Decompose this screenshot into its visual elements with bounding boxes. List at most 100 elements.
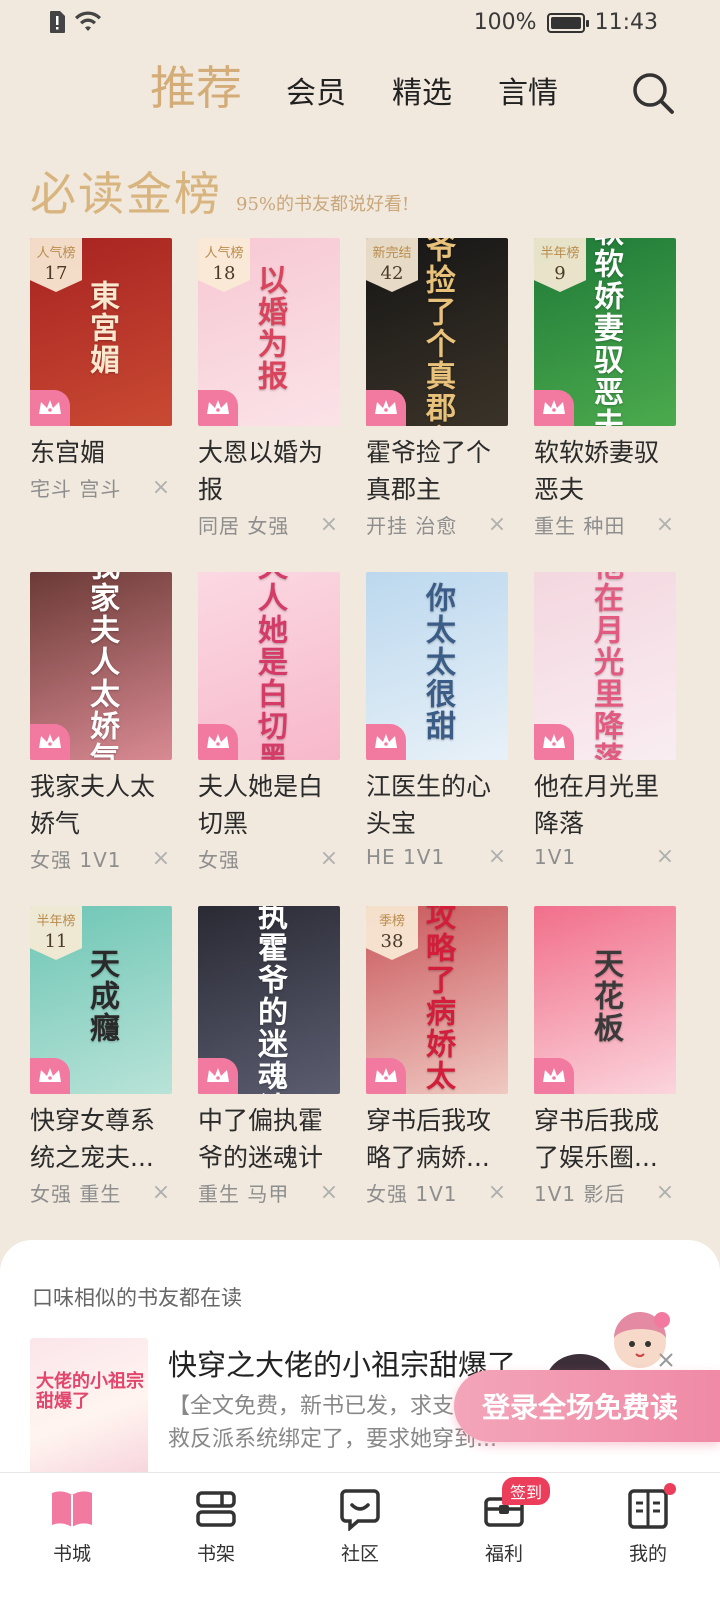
book-title[interactable]: 他在月光里降落 <box>534 768 676 842</box>
book-meta-row: 女强 × <box>198 844 340 873</box>
book-cover[interactable]: 霍爷捡了个真郡主 新完结 42 <box>366 238 508 426</box>
dismiss-icon[interactable]: × <box>318 512 340 537</box>
cover-title: 偏执霍爷的迷魂计 <box>252 906 287 1094</box>
book-cover[interactable]: 你太太很甜 <box>366 572 508 760</box>
rank-label: 人气榜 <box>36 246 76 261</box>
book-grid: 東宮媚 人气榜 17 东宫媚 宅斗 宫斗 × 以婚为报 人气榜 18 大恩以婚为报 同居 女强 × 霍爷… <box>30 238 690 1240</box>
book-title[interactable]: 我家夫人太娇气 <box>30 768 172 842</box>
login-free-read-button[interactable]: 登录全场免费读 <box>454 1370 720 1442</box>
book-cover[interactable]: 東宮媚 人气榜 17 <box>30 238 172 426</box>
book-meta-row: 1V1 × <box>534 844 676 869</box>
dismiss-icon[interactable]: × <box>654 1180 676 1205</box>
book-title[interactable]: 东宫媚 <box>30 434 172 471</box>
nav-bookstore[interactable]: 书城 <box>0 1473 144 1600</box>
book-title[interactable]: 霍爷捡了个真郡主 <box>366 434 508 508</box>
tab-member[interactable]: 会员 <box>286 68 346 112</box>
nav-community[interactable]: 社区 <box>288 1473 432 1600</box>
cover-title: 夫人她是白切黑 <box>252 572 287 760</box>
book-cover[interactable]: 他在月光里降落 <box>534 572 676 760</box>
top-nav: 推荐 会员 精选 言情 <box>0 58 720 128</box>
nav-label-welfare: 福利 <box>484 1543 523 1565</box>
dismiss-icon[interactable]: × <box>150 1180 172 1205</box>
dismiss-icon[interactable]: × <box>150 846 172 871</box>
dismiss-icon[interactable]: × <box>486 844 508 869</box>
book-card[interactable]: 天成癮 半年榜 11 快穿女尊系统之宠夫... 女强 重生 × <box>30 906 172 1240</box>
book-card[interactable]: 他在月光里降落 他在月光里降落 1V1 × <box>534 572 676 906</box>
book-cover[interactable]: 偏执霍爷的迷魂计 <box>198 906 340 1094</box>
cover-title: 霍爷捡了个真郡主 <box>420 238 455 426</box>
book-cover[interactable]: 软软娇妻驭恶夫 半年榜 9 <box>534 238 676 426</box>
book-title[interactable]: 穿书后我攻略了病娇... <box>366 1102 508 1176</box>
tab-romance[interactable]: 言情 <box>498 68 558 112</box>
book-cover[interactable]: 以婚为报 人气榜 18 <box>198 238 340 426</box>
dismiss-icon[interactable]: × <box>654 844 676 869</box>
book-cover[interactable]: 夫人她是白切黑 <box>198 572 340 760</box>
ranking-subtitle: 95%的书友都说好看! <box>236 194 410 215</box>
dismiss-icon[interactable]: × <box>150 475 172 500</box>
book-card[interactable]: 我家夫人太娇气 我家夫人太娇气 女强 1V1 × <box>30 572 172 906</box>
vip-crown-icon <box>30 724 70 760</box>
battery-percent: 100% <box>473 10 537 35</box>
dismiss-icon[interactable]: × <box>486 512 508 537</box>
battery-fill <box>550 16 581 29</box>
book-meta-row: 女强 1V1 × <box>366 1178 508 1207</box>
tab-featured[interactable]: 精选 <box>392 68 452 112</box>
book-title[interactable]: 快穿女尊系统之宠夫... <box>30 1102 172 1176</box>
book-meta-row: 女强 1V1 × <box>30 844 172 873</box>
vip-crown-icon <box>366 1058 406 1094</box>
book-cover[interactable]: 天成癮 半年榜 11 <box>30 906 172 1094</box>
nav-mine[interactable]: 我的 <box>576 1473 720 1600</box>
book-cover[interactable]: 我家夫人太娇气 <box>30 572 172 760</box>
book-title[interactable]: 江医生的心头宝 <box>366 768 508 842</box>
profile-card-icon <box>628 1489 668 1529</box>
book-title[interactable]: 软软娇妻驭恶夫 <box>534 434 676 508</box>
book-title[interactable]: 大恩以婚为报 <box>198 434 340 508</box>
vip-crown-icon <box>534 390 574 426</box>
book-meta-row: 开挂 治愈 × <box>366 510 508 539</box>
vip-crown-icon <box>198 724 238 760</box>
nav-bookshelf[interactable]: 书架 <box>144 1473 288 1600</box>
book-card[interactable]: 東宮媚 人气榜 17 东宫媚 宅斗 宫斗 × <box>30 238 172 572</box>
book-meta-row: 女强 重生 × <box>30 1178 172 1207</box>
rank-number: 9 <box>554 263 566 284</box>
book-card[interactable]: 我攻略了病娇太子 季榜 38 穿书后我攻略了病娇... 女强 1V1 × <box>366 906 508 1240</box>
vip-crown-icon <box>198 1058 238 1094</box>
search-icon[interactable] <box>630 70 676 116</box>
close-icon[interactable] <box>656 1350 676 1370</box>
book-cover[interactable]: 天花板 <box>534 906 676 1094</box>
book-title[interactable]: 穿书后我成了娱乐圈... <box>534 1102 676 1176</box>
book-card[interactable]: 霍爷捡了个真郡主 新完结 42 霍爷捡了个真郡主 开挂 治愈 × <box>366 238 508 572</box>
dismiss-icon[interactable]: × <box>318 846 340 871</box>
book-tags: 1V1 影后 <box>534 1182 626 1206</box>
tab-recommend[interactable]: 推荐 <box>150 52 242 118</box>
battery-icon <box>546 12 589 33</box>
book-tags: 重生 种田 <box>534 514 626 538</box>
rank-number: 18 <box>212 263 236 284</box>
book-title[interactable]: 中了偏执霍爷的迷魂计 <box>198 1102 340 1176</box>
book-tags: 重生 马甲 <box>198 1182 290 1206</box>
rank-tag: 新完结 42 <box>366 238 418 292</box>
cover-title: 软软娇妻驭恶夫 <box>588 238 623 426</box>
sim-alert-icon <box>50 11 65 33</box>
book-card[interactable]: 以婚为报 人气榜 18 大恩以婚为报 同居 女强 × <box>198 238 340 572</box>
book-tags: 女强 1V1 <box>30 848 122 872</box>
similar-book-cover[interactable]: 大佬的小祖宗甜爆了 <box>30 1338 148 1478</box>
nav-label-mine: 我的 <box>628 1543 667 1565</box>
book-card[interactable]: 偏执霍爷的迷魂计中了偏执霍爷的迷魂计重生 马甲 × <box>198 906 340 1240</box>
similar-book-title[interactable]: 快穿之大佬的小祖宗甜爆了 <box>168 1342 516 1384</box>
similar-header: 口味相似的书友都在读 <box>32 1286 242 1310</box>
nav-welfare[interactable]: 签到 福利 <box>432 1473 576 1600</box>
book-card[interactable]: 你太太很甜 江医生的心头宝 HE 1V1 × <box>366 572 508 906</box>
book-cover[interactable]: 我攻略了病娇太子 季榜 38 <box>366 906 508 1094</box>
rank-label: 半年榜 <box>540 246 580 261</box>
book-card[interactable]: 夫人她是白切黑 夫人她是白切黑 女强 × <box>198 572 340 906</box>
book-card[interactable]: 天花板穿书后我成了娱乐圈... 1V1 影后 × <box>534 906 676 1240</box>
book-card[interactable]: 软软娇妻驭恶夫 半年榜 9 软软娇妻驭恶夫 重生 种田 × <box>534 238 676 572</box>
dismiss-icon[interactable]: × <box>654 512 676 537</box>
dismiss-icon[interactable]: × <box>318 1180 340 1205</box>
cover-title: 東宮媚 <box>84 280 119 377</box>
notification-dot <box>664 1483 676 1495</box>
book-title[interactable]: 夫人她是白切黑 <box>198 768 340 842</box>
dismiss-icon[interactable]: × <box>486 1180 508 1205</box>
similar-cover-title: 大佬的小祖宗甜爆了 <box>36 1371 144 1412</box>
